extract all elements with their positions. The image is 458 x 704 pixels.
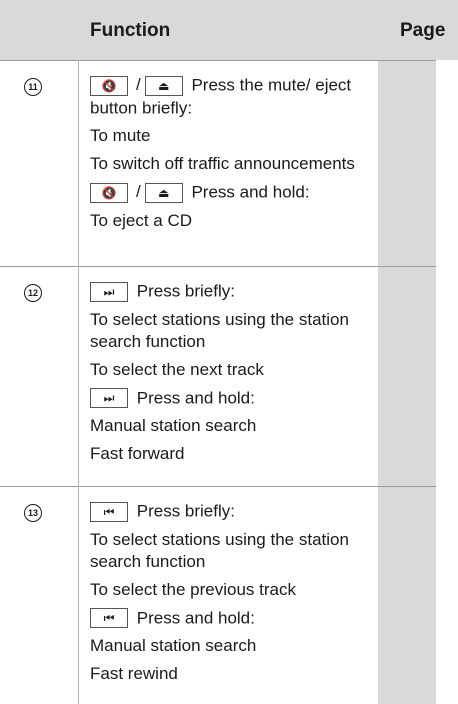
instruction-text: Press the mute/ eject button briefly:	[90, 75, 352, 118]
row-content: ⏮ Press briefly: To select stations usin…	[90, 500, 376, 691]
mute-button: 🔇	[90, 75, 128, 96]
callout-number: 11	[24, 78, 42, 96]
instruction-text: Press and hold:	[191, 182, 310, 202]
instruction-line: Manual station search	[90, 416, 257, 436]
mute-icon: 🔇	[101, 78, 117, 93]
page-column-header: Page	[400, 20, 446, 41]
button-line: 🔇 / ⏏ Press and hold:	[90, 181, 376, 204]
button-line: ⏭ Press and hold:	[90, 387, 376, 410]
instruction-text: Press and hold:	[136, 388, 255, 408]
instruction-line: To select the previous track	[90, 579, 296, 599]
callout-number: 12	[24, 284, 42, 302]
eject-button: ⏏	[144, 182, 183, 203]
table-header: Function Page	[0, 0, 458, 60]
row-content: 🔇 / ⏏ Press the mute/ eject button briefly…	[90, 74, 376, 238]
eject-icon: ⏏	[158, 185, 170, 200]
mute-button: 🔇	[90, 182, 128, 203]
instruction-text: Press briefly:	[136, 281, 235, 301]
skip-back-button: ⏮	[90, 608, 128, 629]
eject-icon: ⏏	[158, 78, 170, 93]
table-row: 13 ⏮ Press briefly: To select stations u…	[0, 486, 436, 704]
callout-number: 13	[24, 504, 42, 522]
skip-forward-button: ⏭	[90, 388, 128, 409]
instruction-line: To mute	[90, 126, 151, 146]
skip-forward-icon: ⏭	[103, 391, 115, 406]
table-row: 11 🔇 / ⏏ Press the mute/ eject button brie…	[0, 60, 436, 266]
row-content: ⏭ Press briefly: To select stations usin…	[90, 280, 376, 471]
instruction-line: Fast forward	[90, 444, 185, 464]
instruction-line: Fast rewind	[90, 664, 178, 684]
separator: /	[136, 182, 141, 202]
skip-back-icon: ⏮	[103, 504, 115, 519]
instruction-line: To switch off traffic announcements	[90, 154, 355, 174]
separator: /	[136, 75, 141, 94]
instruction-line: To select stations using the station sea…	[90, 529, 349, 571]
skip-forward-button: ⏭	[90, 281, 128, 302]
instruction-line: Manual station search	[90, 636, 257, 656]
instruction-line: To select stations using the station sea…	[90, 309, 349, 351]
mute-icon: 🔇	[101, 185, 117, 200]
manual-page: Function Page 11 🔇 / ⏏ Press the mute/ eje…	[0, 0, 458, 704]
button-line: ⏮ Press and hold:	[90, 607, 376, 630]
instruction-text: Press briefly:	[136, 501, 235, 521]
skip-back-button: ⏮	[90, 501, 128, 522]
eject-button: ⏏	[144, 75, 183, 96]
function-column-header: Function	[90, 20, 171, 41]
table-row: 12 ⏭ Press briefly: To select stations u…	[0, 266, 436, 486]
instruction-line: To eject a CD	[90, 210, 193, 230]
button-line: 🔇 / ⏏ Press the mute/ eject button briefly…	[90, 74, 376, 119]
skip-forward-icon: ⏭	[103, 284, 115, 299]
instruction-text: Press and hold:	[136, 608, 255, 628]
button-line: ⏮ Press briefly:	[90, 500, 376, 523]
skip-back-icon: ⏮	[103, 611, 115, 626]
button-line: ⏭ Press briefly:	[90, 280, 376, 303]
instruction-line: To select the next track	[90, 359, 264, 379]
